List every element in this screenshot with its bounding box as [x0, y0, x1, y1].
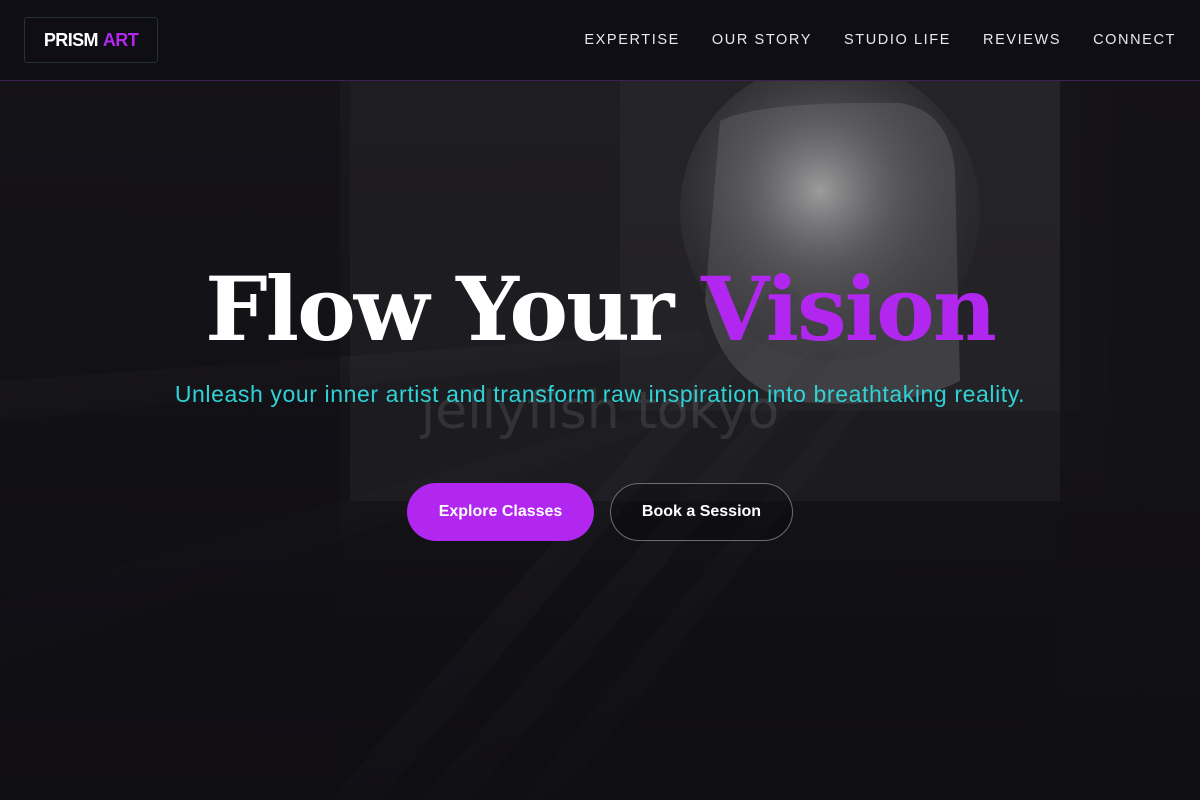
- hero-title-main: Flow Your: [205, 257, 674, 361]
- hero-subtitle: Unleash your inner artist and transform …: [174, 381, 1026, 407]
- brand-logo[interactable]: PRISM ART: [24, 17, 158, 63]
- nav-item-connect[interactable]: CONNECT: [1093, 32, 1176, 48]
- hero-overlay: [0, 81, 1200, 800]
- main-nav: EXPERTISE OUR STORY STUDIO LIFE REVIEWS …: [552, 0, 1176, 80]
- nav-item-our-story[interactable]: OUR STORY: [712, 32, 812, 48]
- site-header: PRISM ART EXPERTISE OUR STORY STUDIO LIF…: [0, 0, 1200, 81]
- hero-title: Flow Your Vision: [0, 259, 1200, 359]
- hero-section: jellyfish tokyo Flow Your Vision Unleash…: [0, 81, 1200, 800]
- nav-item-expertise[interactable]: EXPERTISE: [584, 32, 680, 48]
- explore-classes-button[interactable]: Explore Classes: [407, 483, 594, 541]
- cta-group: Explore Classes Book a Session: [0, 483, 1200, 541]
- nav-item-reviews[interactable]: REVIEWS: [983, 32, 1061, 48]
- book-session-button[interactable]: Book a Session: [610, 483, 793, 541]
- logo-accent: ART: [102, 29, 139, 50]
- logo-word: PRISM: [43, 29, 99, 50]
- nav-item-studio-life[interactable]: STUDIO LIFE: [844, 32, 951, 48]
- hero-title-accent: Vision: [701, 257, 997, 361]
